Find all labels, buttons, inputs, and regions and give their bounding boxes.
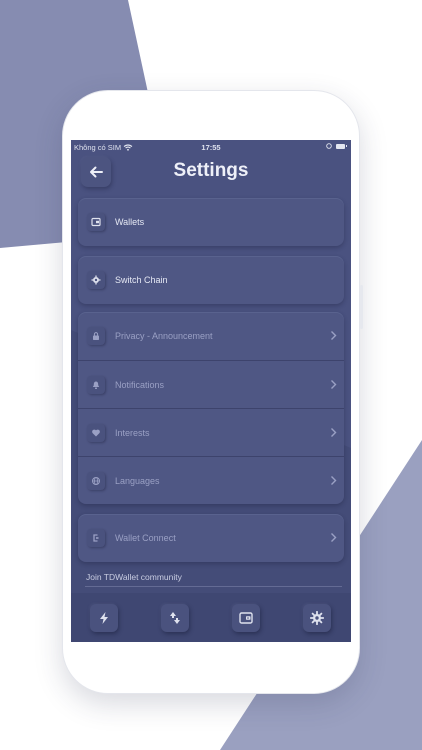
menu-item-interests[interactable]: Interests — [78, 408, 344, 456]
tab-wallet[interactable] — [232, 604, 260, 632]
chevron-right-icon — [331, 533, 337, 542]
tab-swap[interactable] — [161, 604, 189, 632]
chevron-right-icon — [331, 331, 337, 340]
bell-icon — [87, 376, 105, 394]
status-bar: Không có SIM 17:55 — [71, 140, 351, 154]
menu-item-label: Languages — [115, 475, 160, 486]
link-icon — [87, 529, 105, 547]
bottom-tab-bar — [71, 593, 351, 642]
wallet-connect-card: Wallet Connect — [78, 514, 344, 562]
menu-item-label: Privacy - Announcement — [115, 331, 213, 341]
swap-icon — [170, 612, 180, 624]
menu-item-languages[interactable]: Languages — [78, 456, 344, 504]
gear-icon — [87, 271, 105, 289]
menu-item-label: Wallets — [115, 217, 145, 227]
lightning-icon — [100, 612, 108, 624]
menu-item-switch-chain[interactable]: Switch Chain — [78, 256, 344, 304]
community-link[interactable]: Join TDWallet community — [86, 572, 182, 582]
tab-lightning[interactable] — [90, 604, 118, 632]
page-title: Settings — [173, 160, 249, 181]
tab-settings[interactable] — [303, 604, 331, 632]
menu-item-privacy[interactable]: Privacy - Announcement — [78, 312, 344, 360]
phone-side-button — [360, 285, 363, 329]
switch-chain-card: Switch Chain — [78, 256, 344, 304]
gear-icon — [310, 611, 324, 625]
app-screen: Không có SIM 17:55 Settings Wallets Swit… — [71, 140, 351, 642]
globe-icon — [87, 472, 105, 490]
menu-item-label: Switch Chain — [115, 275, 168, 285]
menu-item-notifications[interactable]: Notifications — [78, 360, 344, 408]
chevron-right-icon — [331, 428, 337, 437]
menu-item-label: Wallet Connect — [115, 533, 176, 543]
menu-item-label: Interests — [115, 427, 150, 438]
lock-icon — [87, 327, 105, 345]
community-divider — [85, 586, 342, 587]
settings-group-card: Privacy - Announcement Notifications Int… — [78, 312, 344, 504]
menu-item-label: Notifications — [115, 379, 165, 390]
wallets-card: Wallets — [78, 198, 344, 246]
menu-item-wallets[interactable]: Wallets — [78, 198, 344, 246]
heart-icon — [87, 424, 105, 442]
wallet-icon — [87, 213, 105, 231]
chevron-right-icon — [331, 380, 337, 389]
wallet-icon — [239, 612, 253, 624]
battery-icon — [336, 143, 347, 149]
status-time: 17:55 — [201, 143, 221, 152]
chevron-right-icon — [331, 476, 337, 485]
orientation-lock-icon — [326, 143, 332, 149]
menu-item-wallet-connect[interactable]: Wallet Connect — [78, 514, 344, 562]
status-right — [326, 143, 347, 149]
